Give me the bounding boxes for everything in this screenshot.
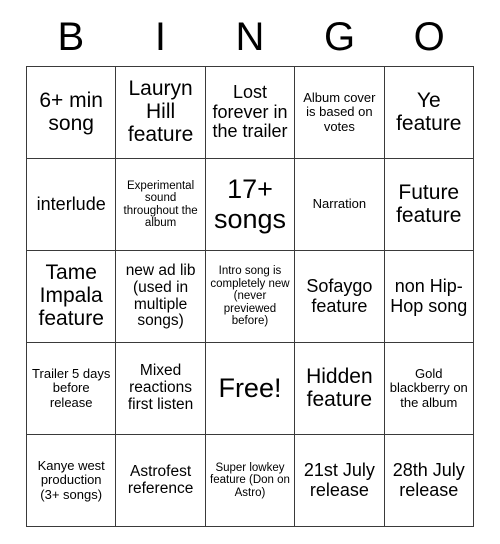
bingo-cell-label: 6+ min song xyxy=(39,88,103,135)
bingo-cell-label: Gold blackberry on the album xyxy=(389,366,468,410)
header-letter-o: O xyxy=(413,15,445,59)
bingo-cell-label: 17+ songs xyxy=(213,174,286,234)
bingo-cell-label: Experimental sound throughout the album xyxy=(123,179,198,229)
bingo-cell[interactable]: Ye feature xyxy=(383,66,475,159)
bingo-cell-label: Lost forever in the trailer xyxy=(212,82,288,142)
bingo-cell-label: Intro song is completely new (never prev… xyxy=(210,265,290,328)
bingo-header: B I N G O xyxy=(26,8,474,66)
bingo-cell[interactable]: Hidden feature xyxy=(294,342,385,435)
bingo-cell-label: Future feature xyxy=(396,180,462,227)
bingo-cell[interactable]: 28th July release xyxy=(383,434,475,527)
bingo-cell-label: non Hip-Hop song xyxy=(390,276,468,316)
bingo-cell-label: Trailer 5 days before release xyxy=(32,366,111,410)
bingo-cell-label: Narration xyxy=(312,196,367,212)
bingo-row: 6+ min song Lauryn Hill feature Lost for… xyxy=(25,66,475,159)
bingo-cell[interactable]: Narration xyxy=(294,158,385,251)
bingo-row: Kanye west production (3+ songs) Astrofe… xyxy=(25,434,475,527)
bingo-cell-free[interactable]: Free! xyxy=(204,342,296,435)
bingo-cell[interactable]: new ad lib (used in multiple songs) xyxy=(115,250,206,343)
bingo-cell[interactable]: Intro song is completely new (never prev… xyxy=(204,250,296,343)
bingo-cell[interactable]: Lauryn Hill feature xyxy=(115,66,206,159)
header-letter-i: I xyxy=(154,15,166,59)
bingo-cell[interactable]: Future feature xyxy=(383,158,475,251)
bingo-row: interlude Experimental sound throughout … xyxy=(25,158,475,251)
bingo-cell-label: Kanye west production (3+ songs) xyxy=(37,458,105,502)
bingo-cell[interactable]: 6+ min song xyxy=(25,66,117,159)
bingo-cell-label: interlude xyxy=(36,193,106,214)
bingo-cell-label: Hidden feature xyxy=(306,364,373,411)
bingo-cell-label: Album cover is based on votes xyxy=(303,90,376,134)
header-letter-n: N xyxy=(235,15,265,59)
bingo-cell[interactable]: Album cover is based on votes xyxy=(294,66,385,159)
bingo-cell-label: Astrofest reference xyxy=(127,462,194,497)
bingo-row: Tame Impala feature new ad lib (used in … xyxy=(25,250,475,343)
bingo-cell[interactable]: 21st July release xyxy=(294,434,385,527)
bingo-cell[interactable]: Astrofest reference xyxy=(115,434,206,527)
bingo-cell[interactable]: non Hip-Hop song xyxy=(383,250,475,343)
bingo-cell[interactable]: Sofaygo feature xyxy=(294,250,385,343)
bingo-cell-label: Sofaygo feature xyxy=(306,276,373,316)
bingo-cell[interactable]: Tame Impala feature xyxy=(25,250,117,343)
bingo-cell-label: Free! xyxy=(218,372,282,403)
header-letter-g: G xyxy=(324,15,356,59)
bingo-cell-label: Tame Impala feature xyxy=(38,261,104,330)
bingo-cell[interactable]: Gold blackberry on the album xyxy=(383,342,475,435)
bingo-cell-label: 28th July release xyxy=(392,460,465,500)
bingo-grid: 6+ min song Lauryn Hill feature Lost for… xyxy=(25,66,475,527)
bingo-cell[interactable]: Trailer 5 days before release xyxy=(25,342,117,435)
bingo-cell[interactable]: Mixed reactions first listen xyxy=(115,342,206,435)
bingo-cell[interactable]: Lost forever in the trailer xyxy=(204,66,296,159)
bingo-cell-label: Ye feature xyxy=(396,88,462,135)
bingo-cell-label: new ad lib (used in multiple songs) xyxy=(125,262,196,330)
bingo-cell[interactable]: Kanye west production (3+ songs) xyxy=(25,434,117,527)
bingo-cell[interactable]: Super lowkey feature (Don on Astro) xyxy=(204,434,296,527)
header-letter-b: B xyxy=(57,15,85,59)
bingo-cell-label: Mixed reactions first listen xyxy=(127,362,194,413)
bingo-card: B I N G O 6+ min song Lauryn Hill featur… xyxy=(25,8,475,527)
bingo-row: Trailer 5 days before release Mixed reac… xyxy=(25,342,475,435)
bingo-cell-label: 21st July release xyxy=(303,460,375,500)
bingo-cell[interactable]: 17+ songs xyxy=(204,158,296,251)
bingo-cell[interactable]: interlude xyxy=(25,158,117,251)
bingo-cell-label: Super lowkey feature (Don on Astro) xyxy=(210,461,290,499)
bingo-cell[interactable]: Experimental sound throughout the album xyxy=(115,158,206,251)
bingo-cell-label: Lauryn Hill feature xyxy=(127,77,194,146)
